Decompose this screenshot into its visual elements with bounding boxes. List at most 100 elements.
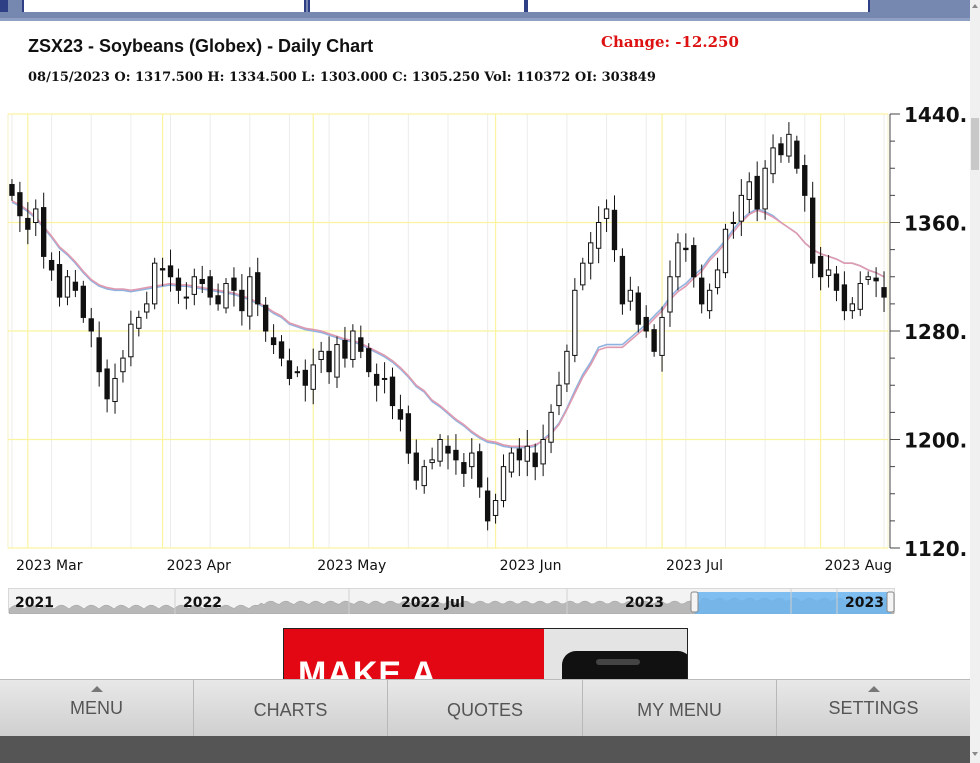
toolbar-tab[interactable] [0, 0, 8, 12]
candle-up [492, 500, 499, 516]
candle-down [643, 316, 649, 332]
candle-up [564, 350, 570, 385]
candle-up [429, 459, 435, 464]
y-tick-label: 1280. [904, 320, 967, 344]
candle-down [477, 451, 483, 488]
candle-down [262, 304, 269, 332]
candle-up [786, 133, 792, 157]
candle-down [80, 285, 86, 318]
candle-down [373, 373, 380, 386]
candle-up [857, 283, 863, 310]
candle-up [437, 439, 443, 462]
candle-down [833, 273, 840, 291]
candle-down [619, 255, 626, 305]
toolbar-tab[interactable] [526, 0, 870, 12]
candle-up [223, 283, 229, 309]
candle-up [588, 242, 594, 264]
bottom-strip [0, 736, 970, 763]
candle-up [500, 466, 507, 502]
x-tick-label: 2023 Jun [500, 558, 562, 574]
scrollbar-thumb[interactable] [971, 118, 979, 170]
candle-down [532, 452, 538, 468]
candle-down [802, 165, 808, 196]
candle-up [659, 316, 665, 356]
candle-down [48, 259, 55, 271]
candle-down [405, 413, 412, 454]
candle-down [88, 318, 94, 332]
candle-up [595, 222, 602, 249]
candle-down [635, 292, 641, 325]
toolbar-tab[interactable] [308, 0, 526, 12]
candle-down [286, 360, 293, 379]
candle-down [389, 376, 396, 407]
navigator-label: 2021 [15, 595, 54, 611]
candle-down [278, 341, 285, 359]
advertisement-banner[interactable]: MAKE A [283, 628, 688, 680]
candle-up [508, 452, 515, 473]
candle-up [762, 167, 768, 210]
toolbar-tab[interactable] [22, 0, 306, 12]
x-tick-label: 2023 Aug [825, 558, 892, 574]
navigator-label: 2022 Jul [401, 595, 465, 611]
page-scrollbar[interactable] [970, 0, 980, 763]
quotes-button[interactable]: QUOTES [388, 680, 583, 737]
candle-up [33, 208, 39, 223]
candle-up [318, 350, 324, 360]
candle-up [706, 289, 713, 312]
candle-up [572, 289, 578, 356]
candle-down [104, 368, 110, 400]
settings-button[interactable]: SETTINGS [777, 680, 970, 737]
candle-down [358, 337, 364, 352]
candle-up [151, 262, 158, 305]
ohlc-summary: 08/15/2023 O: 1317.500 H: 1334.500 L: 13… [28, 70, 656, 85]
candle-down [810, 197, 816, 264]
charts-button[interactable]: CHARTS [194, 680, 388, 737]
candle-up [183, 296, 190, 299]
navigator-label: 2022 [183, 595, 222, 611]
candle-down [199, 278, 205, 285]
candle-down [873, 277, 879, 282]
scroll-down-icon[interactable] [972, 752, 978, 756]
candle-up [136, 316, 142, 329]
candle-down [302, 369, 308, 386]
candle-up [825, 269, 832, 276]
candle-down [366, 348, 372, 373]
caret-up-icon [867, 686, 880, 692]
candle-down [239, 289, 245, 312]
candle-up [627, 289, 634, 302]
candle-up [469, 452, 475, 468]
candle-down [397, 409, 404, 420]
candle-down [484, 490, 491, 522]
candle-down [754, 175, 760, 210]
y-tick-label: 1120. [904, 537, 967, 561]
candle-up [675, 242, 681, 278]
navigator-handle-right [886, 591, 895, 613]
candle-up [334, 344, 340, 378]
candle-down [817, 255, 824, 278]
my-menu-button[interactable]: MY MENU [583, 680, 777, 737]
candle-up [540, 439, 546, 465]
candle-up [849, 303, 856, 312]
date-navigator[interactable]: 2021 2022 2022 Jul 2023 2023 [8, 588, 895, 614]
candle-down [25, 217, 31, 230]
candle-up [381, 377, 388, 380]
candle-down [231, 277, 237, 291]
candle-down [778, 143, 784, 156]
candle-down [611, 209, 618, 251]
candle-up [144, 303, 150, 313]
candle-up [120, 357, 126, 373]
navigator-label: 2023 [625, 595, 664, 611]
scroll-up-icon[interactable] [972, 4, 978, 8]
candle-up [112, 377, 118, 403]
caret-up-icon [90, 686, 103, 692]
candle-up [603, 208, 610, 219]
candle-down [215, 295, 221, 305]
y-tick-label: 1440. [904, 103, 967, 127]
price-chart[interactable]: 1440. 1360. 1280. 1200. 1120. 2023 Mar 2023 Ap… [0, 100, 980, 580]
navigator-handle-left [690, 591, 699, 613]
y-tick-label: 1360. [904, 212, 967, 236]
candle-down [159, 268, 166, 271]
menu-button[interactable]: MENU [0, 680, 194, 737]
candle-down [167, 265, 174, 278]
candle-up [865, 276, 871, 280]
